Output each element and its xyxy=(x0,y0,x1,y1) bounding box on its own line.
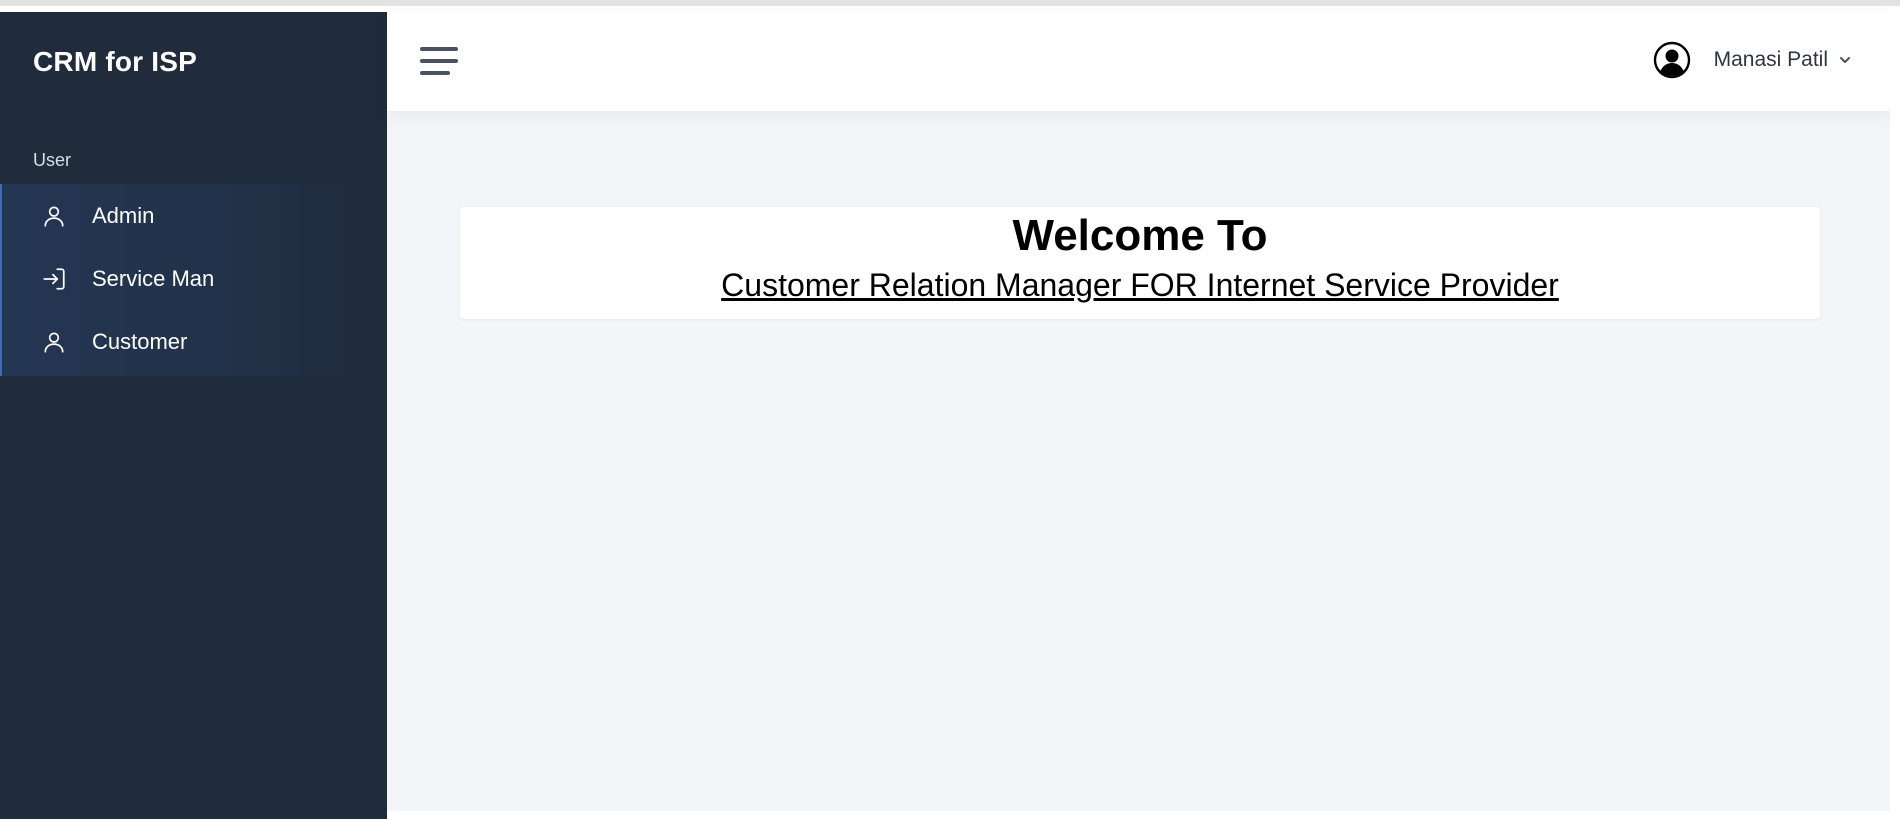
login-icon xyxy=(40,265,68,293)
brand-title[interactable]: CRM for ISP xyxy=(33,46,197,78)
sidebar-nav: Admin Service Man Customer xyxy=(0,184,387,376)
sidebar-item-admin[interactable]: Admin xyxy=(2,184,387,247)
sidebar-item-label: Customer xyxy=(92,328,188,354)
sidebar: CRM for ISP User Admin Service Man Custo… xyxy=(0,12,387,819)
welcome-subtitle-link[interactable]: Customer Relation Manager FOR Internet S… xyxy=(460,267,1820,304)
chevron-down-icon xyxy=(1838,53,1852,67)
sidebar-item-customer[interactable]: Customer xyxy=(2,310,387,373)
app-window: CRM for ISP User Admin Service Man Custo… xyxy=(0,0,1900,819)
welcome-title: Welcome To xyxy=(1012,211,1268,260)
user-menu[interactable]: Manasi Patil xyxy=(1653,41,1852,79)
sidebar-item-service-man[interactable]: Service Man xyxy=(2,247,387,310)
sidebar-section-label: User xyxy=(33,150,72,170)
page-footer-edge xyxy=(387,811,1900,819)
top-header: Manasi Patil xyxy=(387,12,1890,111)
main-content: Manasi Patil Welcome To Customer Relatio… xyxy=(387,12,1890,811)
user-name: Manasi Patil xyxy=(1713,48,1828,71)
user-icon xyxy=(40,328,68,356)
user-circle-icon xyxy=(1653,41,1691,79)
welcome-card: Welcome To Customer Relation Manager FOR… xyxy=(460,207,1820,319)
sidebar-item-label: Service Man xyxy=(92,265,215,291)
user-icon xyxy=(40,202,68,230)
page-edge xyxy=(1890,12,1900,819)
hamburger-menu-icon[interactable] xyxy=(420,45,458,77)
sidebar-item-label: Admin xyxy=(92,202,155,228)
